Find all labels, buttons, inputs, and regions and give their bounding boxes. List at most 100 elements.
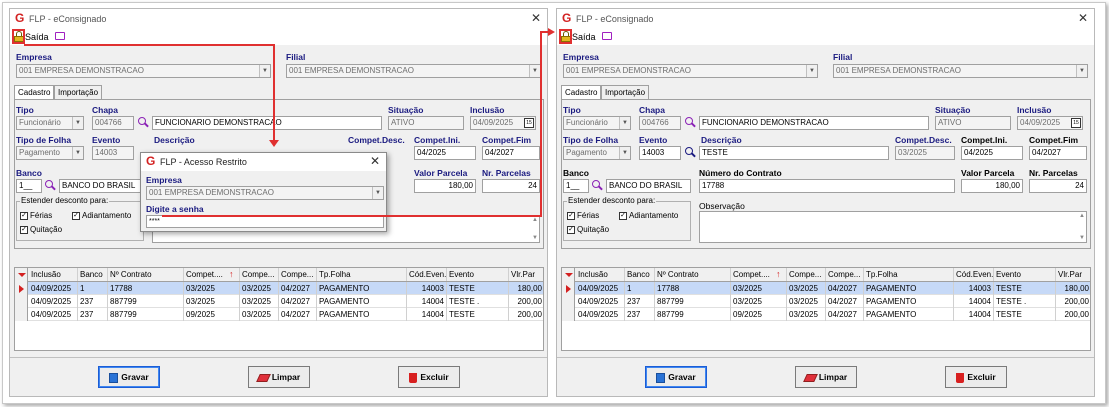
dropdown-icon[interactable]	[565, 273, 573, 277]
filial-select[interactable]: 001 EMPRESA DEMONSTRACAO ▼	[833, 64, 1088, 78]
col-cod-evento[interactable]: Cód.Even...	[407, 268, 447, 281]
col-cod-evento[interactable]: Cód.Even...	[954, 268, 994, 281]
observacao-memo[interactable]: ▲ ▼	[699, 211, 1087, 243]
nr-parcelas-field[interactable]: 24	[482, 179, 540, 193]
gravar-button[interactable]: Gravar	[98, 366, 160, 388]
compet-ini-field[interactable]: 04/2025	[961, 146, 1023, 160]
monitor-icon[interactable]	[602, 32, 612, 40]
dialog-empresa-select[interactable]: 001 EMPRESA DEMONSTRACAO ▼	[146, 186, 384, 200]
filial-label: Filial	[286, 52, 306, 62]
search-icon[interactable]	[45, 180, 56, 191]
contracts-grid[interactable]: Inclusão Banco Nº Contrato Compet.... ↑ …	[561, 267, 1091, 351]
col-compe-2[interactable]: Compe...	[279, 268, 317, 281]
close-icon[interactable]: ✕	[531, 11, 541, 25]
col-compe-1[interactable]: Compe...	[240, 268, 279, 281]
col-tp-folha[interactable]: Tp.Folha	[317, 268, 407, 281]
table-row[interactable]: 04/09/2025 237 887799 09/2025 03/2025 04…	[15, 308, 543, 321]
col-vlr-par[interactable]: Vlr.Par	[509, 268, 543, 281]
estender-groupbox: Estender desconto para: ✓ Férias ✓ Adianta…	[563, 196, 691, 241]
monitor-icon[interactable]	[55, 32, 65, 40]
table-row[interactable]: 04/09/2025 237 887799 03/2025 03/2025 04…	[15, 295, 543, 308]
arrow-head-icon	[269, 140, 279, 147]
sort-up-icon: ↑	[776, 269, 781, 279]
chapa-field[interactable]: 004766	[639, 116, 681, 130]
banco-code-field[interactable]: 1__	[563, 179, 589, 193]
tipo-folha-select[interactable]: Pagamento ▼	[16, 146, 84, 160]
tab-importacao[interactable]: Importação	[54, 85, 102, 99]
evento-field[interactable]: 14003	[639, 146, 681, 160]
evento-field[interactable]: 14003	[92, 146, 134, 160]
compet-fim-field[interactable]: 04/2027	[482, 146, 540, 160]
scroll-up-icon[interactable]: ▲	[1079, 213, 1085, 219]
screenshot-frame: G FLP - eConsignado ✕ Saída Empresa 001 …	[2, 2, 1106, 404]
descricao-field[interactable]: TESTE	[699, 146, 889, 160]
saida-button[interactable]: Saída	[572, 32, 596, 42]
tipo-select[interactable]: Funcionário ▼	[563, 116, 631, 130]
limpar-button[interactable]: Limpar	[795, 366, 857, 388]
dialog-close-icon[interactable]: ✕	[370, 154, 380, 168]
gravar-button[interactable]: Gravar	[645, 366, 707, 388]
calendar-icon[interactable]: 15	[1071, 118, 1081, 128]
search-icon[interactable]	[685, 117, 696, 128]
adiantamento-checkbox[interactable]: ✓ Adiantamento	[72, 211, 131, 220]
quitacao-checkbox[interactable]: ✓ Quitação	[20, 225, 62, 234]
col-compe-1[interactable]: Compe...	[787, 268, 826, 281]
filial-select[interactable]: 001 EMPRESA DEMONSTRACAO ▼	[286, 64, 541, 78]
search-icon[interactable]	[592, 180, 603, 191]
funcionario-name-field[interactable]: FUNCIONARIO DEMONSTRACAO	[152, 116, 382, 130]
numero-contrato-field[interactable]: 17788	[699, 179, 955, 193]
tipo-folha-select[interactable]: Pagamento ▼	[563, 146, 631, 160]
app-logo-icon: G	[146, 154, 156, 168]
col-banco[interactable]: Banco	[78, 268, 108, 281]
excluir-button[interactable]: Excluir	[945, 366, 1007, 388]
search-icon[interactable]	[685, 147, 696, 158]
col-evento[interactable]: Evento	[447, 268, 509, 281]
valor-parcela-field[interactable]: 180,00	[414, 179, 476, 193]
scroll-down-icon[interactable]: ▼	[1079, 235, 1085, 241]
empresa-select[interactable]: 001 EMPRESA DEMONSTRACAO ▼	[563, 64, 818, 78]
dropdown-icon[interactable]	[18, 273, 26, 277]
compet-ini-field[interactable]: 04/2025	[414, 146, 476, 160]
scroll-down-icon[interactable]: ▼	[532, 235, 538, 241]
col-vlr-par[interactable]: Vlr.Par	[1056, 268, 1090, 281]
banco-code-field[interactable]: 1__	[16, 179, 42, 193]
saida-button[interactable]: Saída	[25, 32, 49, 42]
col-banco[interactable]: Banco	[625, 268, 655, 281]
col-evento[interactable]: Evento	[994, 268, 1056, 281]
chapa-field[interactable]: 004766	[92, 116, 134, 130]
scroll-up-icon[interactable]: ▲	[532, 217, 538, 223]
empresa-select[interactable]: 001 EMPRESA DEMONSTRACAO ▼	[16, 64, 271, 78]
tipo-select[interactable]: Funcionário ▼	[16, 116, 84, 130]
estender-title: Estender desconto para:	[20, 196, 110, 205]
ferias-checkbox[interactable]: ✓ Férias	[20, 211, 52, 220]
acesso-restrito-dialog: G FLP - Acesso Restrito ✕ Empresa 001 EM…	[140, 152, 387, 232]
limpar-button[interactable]: Limpar	[248, 366, 310, 388]
col-contrato[interactable]: Nº Contrato	[655, 268, 731, 281]
col-inclusao[interactable]: Inclusão	[576, 268, 625, 281]
tab-cadastro[interactable]: Cadastro	[14, 85, 54, 100]
table-row[interactable]: 04/09/2025 237 887799 09/2025 03/2025 04…	[562, 308, 1090, 321]
funcionario-name-field[interactable]: FUNCIONARIO DEMONSTRACAO	[699, 116, 929, 130]
valor-parcela-field[interactable]: 180,00	[961, 179, 1023, 193]
contracts-grid[interactable]: Inclusão Banco Nº Contrato Compet.... ↑ …	[14, 267, 544, 351]
adiantamento-checkbox[interactable]: ✓ Adiantamento	[619, 211, 678, 220]
table-row[interactable]: 04/09/2025 237 887799 03/2025 03/2025 04…	[562, 295, 1090, 308]
chapa-label: Chapa	[639, 105, 665, 115]
search-icon[interactable]	[138, 117, 149, 128]
col-compe-2[interactable]: Compe...	[826, 268, 864, 281]
ferias-checkbox[interactable]: ✓ Férias	[567, 211, 599, 220]
calendar-icon[interactable]: 15	[524, 118, 534, 128]
col-inclusao[interactable]: Inclusão	[29, 268, 78, 281]
tab-cadastro[interactable]: Cadastro	[561, 85, 601, 100]
quitacao-checkbox[interactable]: ✓ Quitação	[567, 225, 609, 234]
table-row[interactable]: 04/09/2025 1 17788 03/2025 03/2025 04/20…	[562, 282, 1090, 295]
compet-fim-field[interactable]: 04/2027	[1029, 146, 1087, 160]
col-tp-folha[interactable]: Tp.Folha	[864, 268, 954, 281]
nr-parcelas-field[interactable]: 24	[1029, 179, 1087, 193]
excluir-button[interactable]: Excluir	[398, 366, 460, 388]
tab-importacao[interactable]: Importação	[601, 85, 649, 99]
table-row[interactable]: 04/09/2025 1 17788 03/2025 03/2025 04/20…	[15, 282, 543, 295]
close-icon[interactable]: ✕	[1078, 11, 1088, 25]
cell: 03/2025	[184, 282, 240, 295]
col-contrato[interactable]: Nº Contrato	[108, 268, 184, 281]
